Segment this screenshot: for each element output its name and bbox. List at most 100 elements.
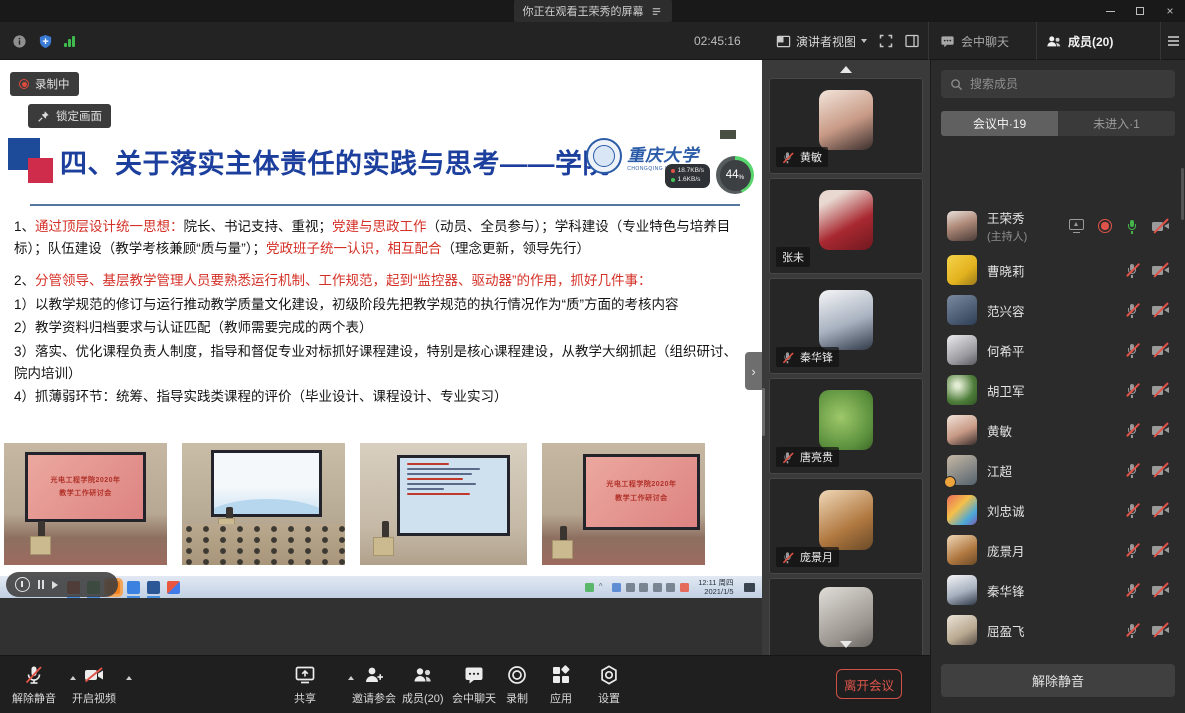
camera-off-icon	[1152, 544, 1169, 557]
video-tile[interactable]: 唐亮贵	[769, 378, 923, 474]
audience	[182, 524, 345, 565]
leave-meeting-button[interactable]: 离开会议	[836, 669, 902, 699]
video-tile[interactable]: 庞景月	[769, 478, 923, 574]
watching-menu-icon[interactable]	[650, 5, 663, 18]
recording-label: 录制中	[35, 76, 70, 92]
tray-icon	[585, 583, 594, 592]
camera-off-icon	[1152, 504, 1169, 517]
avatar	[947, 255, 977, 285]
watching-banner[interactable]: 你正在观看王荣秀的屏幕	[514, 0, 672, 22]
member-row[interactable]: 胡卫军	[931, 370, 1185, 410]
strip-scrollbar[interactable]	[762, 388, 765, 436]
mic-muted-icon	[23, 664, 45, 686]
member-name: 江超	[987, 461, 1012, 480]
net-upload-value: 18.7KB/s	[678, 167, 704, 176]
avatar	[947, 211, 977, 241]
tab-members[interactable]: 成员(20)	[1046, 22, 1113, 60]
fullscreen-button[interactable]	[878, 22, 894, 60]
scroll-down-icon[interactable]	[840, 641, 852, 648]
lock-screen-label: 锁定画面	[56, 108, 102, 124]
meeting-info-icon[interactable]	[12, 34, 27, 49]
member-row[interactable]: 范兴容	[931, 290, 1185, 330]
mic-muted-icon	[1125, 303, 1139, 318]
chat-bubble-icon	[940, 34, 955, 49]
strip-collapse-handle[interactable]: ›	[745, 352, 762, 390]
members-button[interactable]: 成员(20)	[402, 664, 444, 706]
restore-button[interactable]	[1125, 0, 1155, 22]
fullscreen-icon	[878, 33, 894, 49]
mic-muted-icon	[1125, 623, 1139, 638]
member-row[interactable]: 黄敏	[931, 410, 1185, 450]
share-screen-label: 共享	[294, 690, 316, 706]
slide-title: 四、关于落实主体责任的实践与思考——学院	[60, 142, 610, 181]
mic-muted-icon	[1125, 383, 1139, 398]
member-name: 秦华锋	[987, 581, 1025, 600]
security-shield-icon[interactable]	[38, 34, 53, 49]
tab-not-joined[interactable]: 未进入·1	[1058, 111, 1175, 136]
camera-off-icon	[1152, 624, 1169, 637]
settings-button[interactable]: 设置	[598, 664, 620, 706]
close-button[interactable]: ×	[1155, 0, 1185, 22]
tab-in-meeting[interactable]: 会议中·19	[941, 111, 1058, 136]
tab-chat[interactable]: 会中聊天	[940, 22, 1009, 60]
unmute-button[interactable]: 解除静音	[12, 664, 56, 706]
panel-unmute-button[interactable]: 解除静音	[941, 664, 1175, 697]
minimize-button[interactable]	[1095, 0, 1125, 22]
video-options-caret[interactable]	[126, 676, 132, 680]
member-row[interactable]: 曹晓莉	[931, 250, 1185, 290]
view-mode-selector[interactable]: 演讲者视图	[776, 22, 867, 60]
member-row[interactable]: 何希平	[931, 330, 1185, 370]
member-row[interactable]: 庞景月	[931, 530, 1185, 570]
avatar	[947, 575, 977, 605]
member-row[interactable]: 屈盈飞	[931, 610, 1185, 650]
member-name: 曹晓莉	[987, 261, 1025, 280]
lecture-photo-3	[360, 443, 527, 565]
settings-gear-icon	[598, 664, 620, 686]
member-row[interactable]: 刘忠诚	[931, 490, 1185, 530]
video-tile[interactable]: 秦华锋	[769, 278, 923, 374]
record-label: 录制	[506, 690, 528, 706]
slide-title-rule	[30, 204, 740, 206]
member-row[interactable]: 唐亮贵	[931, 650, 1185, 655]
recording-status-pill: 录制中	[10, 72, 79, 96]
chat-button[interactable]: 会中聊天	[452, 664, 496, 706]
mic-muted-icon	[1125, 503, 1139, 518]
slide-paragraph-1: 1、通过顶层设计统一思想：院长、书记支持、重视；党建与思政工作（动员、全员参与）…	[14, 216, 748, 259]
chat-bubble-icon	[463, 664, 485, 686]
tray-icon	[612, 583, 621, 592]
slide-photos-row: 光电工程学院2020年教学工作研讨会	[4, 443, 758, 565]
people-icon	[412, 664, 434, 686]
member-name: 屈盈飞	[987, 621, 1025, 640]
invite-button[interactable]: 邀请参会	[352, 664, 396, 706]
avatar	[947, 415, 977, 445]
share-screen-button[interactable]: 共享	[294, 664, 316, 706]
tray-icon	[666, 583, 675, 592]
mic-muted-icon	[1125, 343, 1139, 358]
play-icon	[52, 581, 58, 589]
member-row[interactable]: 江超	[931, 450, 1185, 490]
apps-label: 应用	[550, 690, 572, 706]
lock-screen-button[interactable]: 锁定画面	[28, 104, 111, 128]
tray-icon	[680, 583, 689, 592]
member-name: 庞景月	[987, 541, 1025, 560]
panel-menu-button[interactable]	[1168, 22, 1179, 60]
scroll-up-icon[interactable]	[840, 66, 852, 73]
member-search-box[interactable]	[941, 70, 1175, 98]
member-row[interactable]: 王荣秀 (主持人)	[931, 202, 1185, 250]
member-row[interactable]: 秦华锋	[931, 570, 1185, 610]
video-tile[interactable]: 黄敏	[769, 78, 923, 174]
camera-off-icon	[1152, 584, 1169, 597]
mic-muted-icon	[1125, 543, 1139, 558]
member-filter-tabs: 会议中·19 未进入·1	[941, 111, 1175, 136]
record-button[interactable]: 录制	[506, 664, 528, 706]
slide-deco-red-square	[28, 158, 53, 183]
apps-button[interactable]: 应用	[550, 664, 572, 706]
avatar	[947, 535, 977, 565]
invite-person-icon	[363, 664, 385, 686]
search-input[interactable]	[970, 77, 1166, 91]
video-tile[interactable]: 张未	[769, 178, 923, 274]
member-name: 何希平	[987, 341, 1025, 360]
start-video-button[interactable]: 开启视频	[66, 664, 122, 706]
side-panel-toggle[interactable]	[904, 22, 920, 60]
network-signal-icon[interactable]	[64, 35, 75, 47]
